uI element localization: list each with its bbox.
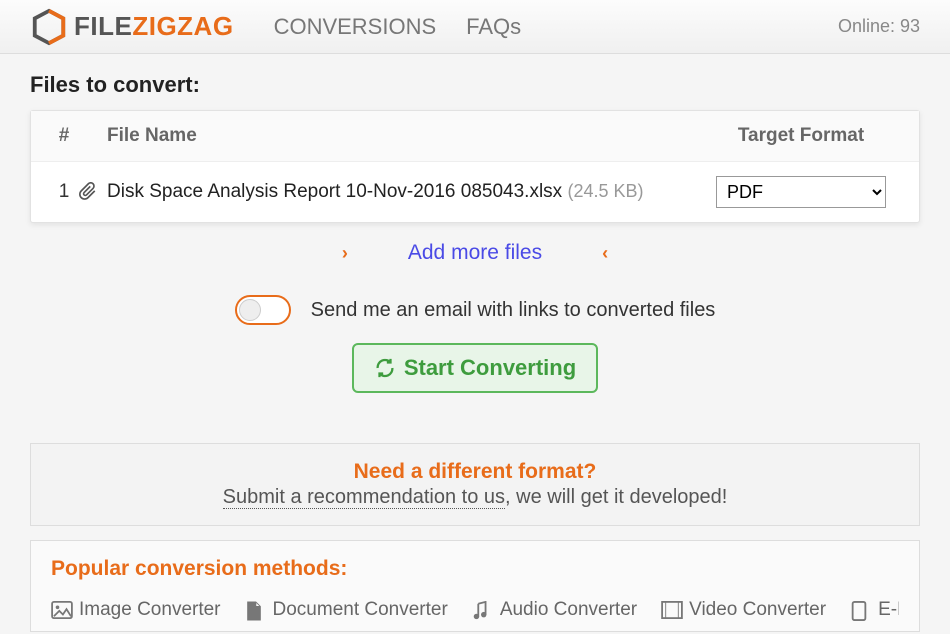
- image-icon: [51, 601, 73, 619]
- content: Files to convert: # File Name Target For…: [0, 54, 950, 632]
- attachment-icon: [79, 182, 107, 202]
- image-converter-link[interactable]: Image Converter: [51, 599, 221, 621]
- file-size: (24.5 KB): [567, 181, 643, 201]
- target-format-select[interactable]: PDF: [716, 176, 886, 208]
- popular-title: Popular conversion methods:: [51, 557, 899, 581]
- online-count: Online: 93: [838, 16, 920, 37]
- document-converter-link[interactable]: Document Converter: [245, 599, 448, 621]
- nav-faqs[interactable]: FAQs: [466, 14, 521, 40]
- converter-list: Image Converter Document Converter Audio…: [51, 599, 899, 621]
- toggle-knob: [239, 299, 261, 321]
- logo-text: FILEZIGZAG: [74, 11, 234, 42]
- audio-converter-link[interactable]: Audio Converter: [472, 599, 637, 621]
- audio-icon: [472, 601, 494, 619]
- col-header-name: File Name: [107, 125, 701, 147]
- chevron-left-icon: ‹: [602, 243, 608, 264]
- add-more-files-link[interactable]: Add more files: [408, 241, 542, 265]
- logo-icon: [30, 8, 68, 46]
- file-row: 1 Disk Space Analysis Report 10-Nov-2016…: [31, 162, 919, 222]
- start-converting-button[interactable]: Start Converting: [352, 343, 598, 393]
- need-format-box: Need a different format? Submit a recomm…: [30, 443, 920, 526]
- add-more-row: › Add more files ‹: [30, 241, 920, 265]
- start-label: Start Converting: [404, 355, 576, 381]
- need-format-title: Need a different format?: [51, 460, 899, 484]
- recommendation-link[interactable]: Submit a recommendation to us: [223, 486, 505, 509]
- col-header-num: #: [49, 125, 79, 147]
- ebook-icon: [850, 601, 872, 619]
- chevron-right-icon: ›: [342, 243, 348, 264]
- document-icon: [245, 601, 267, 619]
- page-title: Files to convert:: [30, 72, 920, 98]
- popular-box: Popular conversion methods: Image Conver…: [30, 540, 920, 632]
- file-name: Disk Space Analysis Report 10-Nov-2016 0…: [107, 181, 562, 202]
- file-number: 1: [49, 181, 79, 203]
- file-table-header: # File Name Target Format: [31, 111, 919, 162]
- header: FILEZIGZAG CONVERSIONS FAQs Online: 93: [0, 0, 950, 54]
- ebook-converter-link[interactable]: E-Boo: [850, 599, 899, 621]
- video-converter-link[interactable]: Video Converter: [661, 599, 826, 621]
- recommendation-text: Submit a recommendation to us, we will g…: [51, 486, 899, 509]
- nav: CONVERSIONS FAQs: [274, 14, 522, 40]
- col-header-target: Target Format: [701, 125, 901, 147]
- logo[interactable]: FILEZIGZAG: [30, 8, 234, 46]
- email-label: Send me an email with links to converted…: [311, 299, 716, 322]
- file-name-cell: Disk Space Analysis Report 10-Nov-2016 0…: [107, 181, 701, 203]
- video-icon: [661, 601, 683, 619]
- file-panel: # File Name Target Format 1 Disk Space A…: [30, 110, 920, 223]
- refresh-icon: [374, 357, 396, 379]
- email-row: Send me an email with links to converted…: [30, 295, 920, 325]
- email-toggle[interactable]: [235, 295, 291, 325]
- nav-conversions[interactable]: CONVERSIONS: [274, 14, 437, 40]
